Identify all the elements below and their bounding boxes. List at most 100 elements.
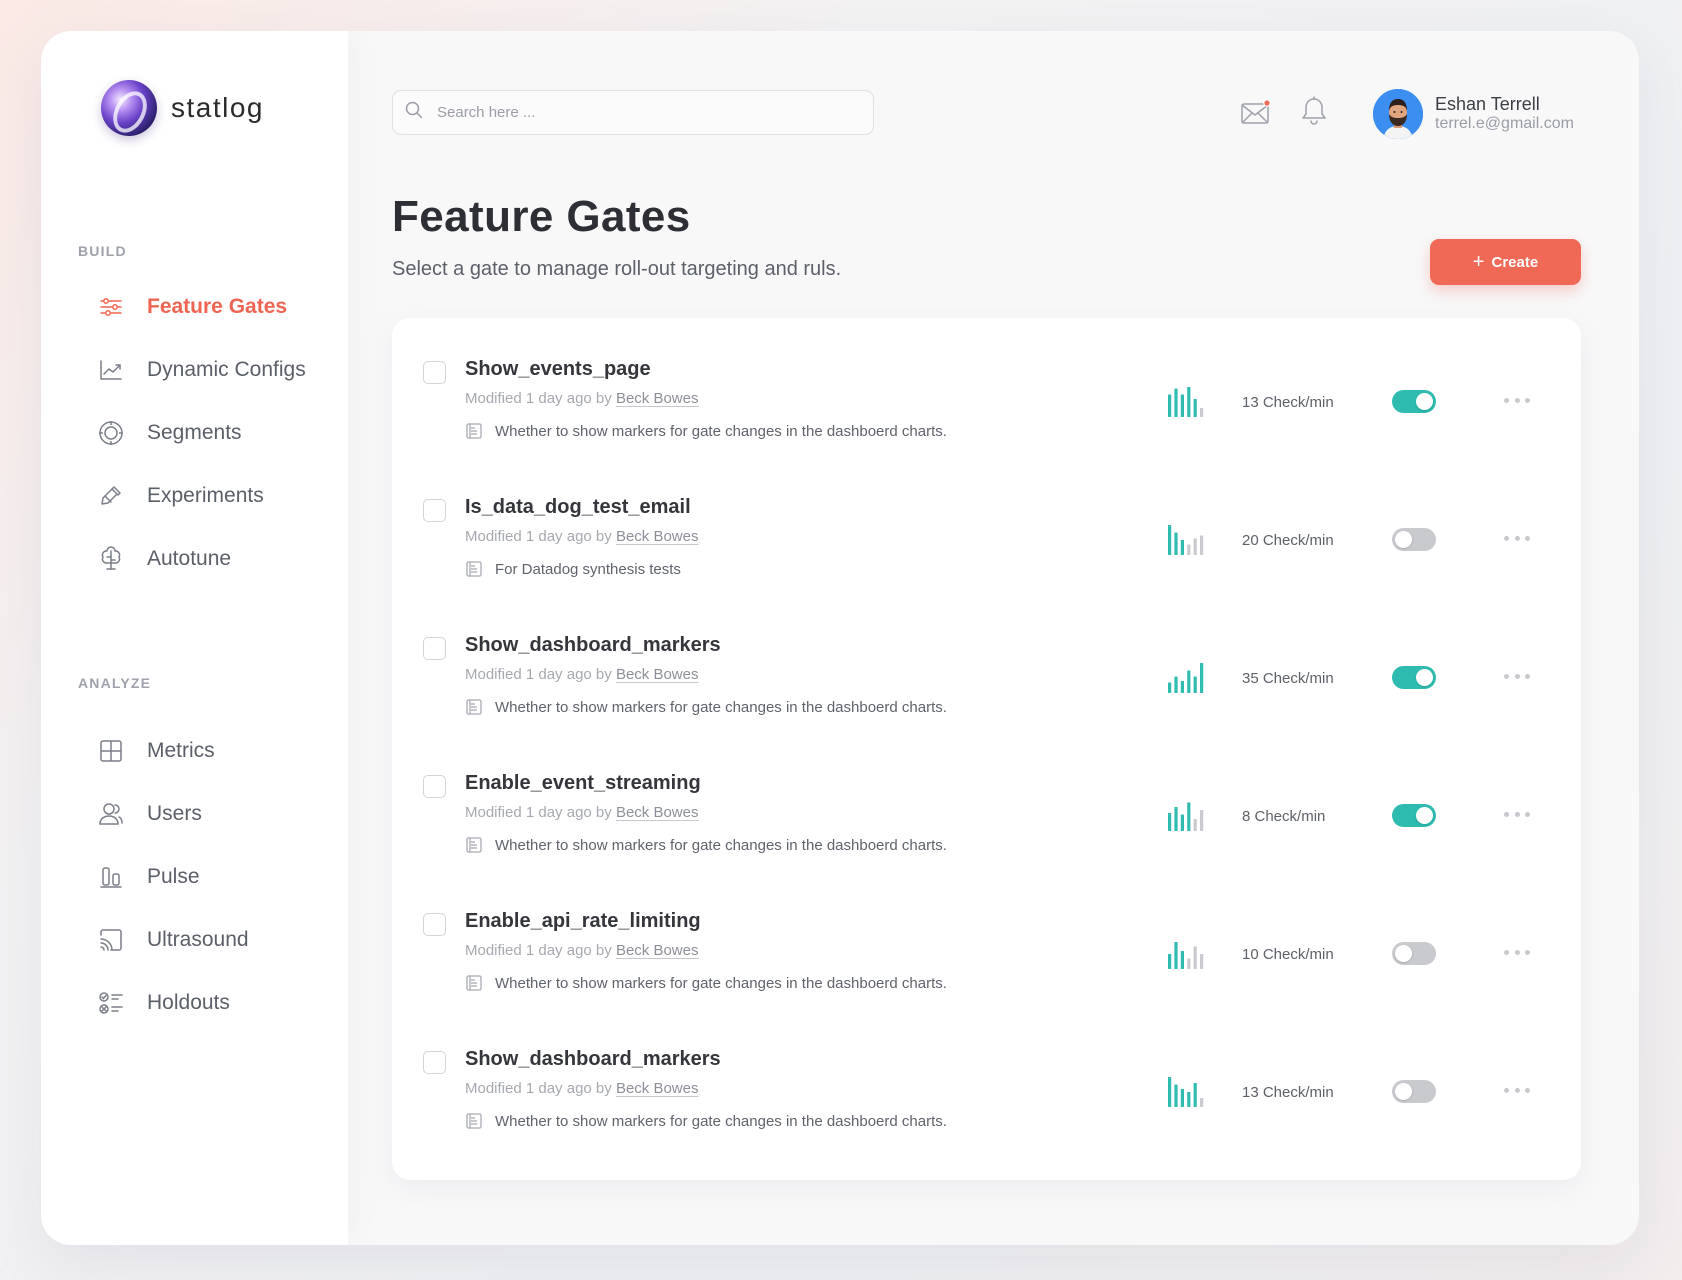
document-icon	[466, 975, 482, 991]
gate-row[interactable]: Is_data_dog_test_email Modified 1 day ag…	[392, 456, 1581, 594]
gate-toggle[interactable]	[1392, 942, 1436, 965]
search-input[interactable]	[437, 104, 837, 121]
description-text: For Datadog synthesis tests	[495, 560, 681, 578]
document-icon	[466, 1113, 482, 1129]
sparkline-bar	[1180, 1089, 1184, 1107]
user-email: terrel.e@gmail.com	[1435, 115, 1574, 132]
sparkline-bar	[1187, 544, 1191, 555]
search-bar[interactable]	[392, 90, 874, 135]
sparkline-bar	[1168, 1077, 1172, 1107]
toggle-knob	[1416, 393, 1433, 410]
more-options-button[interactable]	[1500, 940, 1534, 964]
modified-text: Modified 1 day ago by	[465, 942, 616, 959]
mail-button[interactable]	[1239, 97, 1273, 131]
sparkline-bar	[1174, 1084, 1178, 1107]
more-dot-icon	[1525, 811, 1530, 817]
section-label-analyze: ANALYZE	[78, 675, 152, 691]
description-text: Whether to show markers for gate changes…	[495, 974, 947, 992]
sidebar-item-pulse[interactable]: Pulse	[97, 857, 327, 897]
sidebar-item-holdouts[interactable]: Holdouts	[97, 983, 327, 1023]
gate-modified: Modified 1 day ago by Beck Bowes	[465, 1080, 698, 1097]
description-text: Whether to show markers for gate changes…	[495, 698, 947, 716]
gate-toggle[interactable]	[1392, 390, 1436, 413]
sidebar-item-metrics[interactable]: Metrics	[97, 731, 327, 771]
sparkline-bar	[1168, 813, 1172, 831]
activity-sparkline	[1168, 663, 1204, 693]
author-link[interactable]: Beck Bowes	[616, 666, 699, 683]
more-options-button[interactable]	[1500, 388, 1534, 412]
description-text: Whether to show markers for gate changes…	[495, 422, 947, 440]
avatar[interactable]	[1373, 89, 1423, 139]
sidebar-item-users[interactable]: Users	[97, 794, 327, 834]
gate-row[interactable]: Show_dashboard_markers Modified 1 day ag…	[392, 1008, 1581, 1146]
sparkline-bar	[1193, 538, 1197, 555]
sparkline-bar	[1200, 810, 1204, 831]
sidebar-item-label: Users	[147, 802, 202, 825]
document-icon	[466, 837, 482, 853]
user-name[interactable]: Eshan Terrell	[1435, 94, 1540, 115]
sidebar-item-ultrasound[interactable]: Ultrasound	[97, 920, 327, 960]
gate-row[interactable]: Enable_event_streaming Modified 1 day ag…	[392, 732, 1581, 870]
gate-toggle[interactable]	[1392, 1080, 1436, 1103]
sparkline-bar	[1180, 951, 1184, 969]
gate-toggle[interactable]	[1392, 666, 1436, 689]
more-options-button[interactable]	[1500, 1078, 1534, 1102]
gate-name[interactable]: Enable_api_rate_limiting	[465, 910, 701, 933]
check-rate: 35 Check/min	[1242, 670, 1334, 687]
document-icon	[466, 561, 482, 577]
author-link[interactable]: Beck Bowes	[616, 528, 699, 545]
create-button[interactable]: + Create	[1430, 239, 1581, 285]
more-options-button[interactable]	[1500, 802, 1534, 826]
more-options-button[interactable]	[1500, 664, 1534, 688]
sidebar-item-experiments[interactable]: Experiments	[97, 476, 327, 516]
sparkline-bar	[1168, 394, 1172, 417]
gate-checkbox[interactable]	[423, 637, 446, 660]
gate-row[interactable]: Enable_api_rate_limiting Modified 1 day …	[392, 870, 1581, 1008]
activity-sparkline	[1168, 387, 1204, 417]
brand-logo[interactable]: statlog	[101, 80, 264, 136]
sparkline-bar	[1200, 1098, 1204, 1107]
gate-checkbox[interactable]	[423, 499, 446, 522]
gate-toggle[interactable]	[1392, 804, 1436, 827]
gate-row[interactable]: Show_events_page Modified 1 day ago by B…	[392, 318, 1581, 456]
gate-name[interactable]: Is_data_dog_test_email	[465, 496, 691, 519]
gate-checkbox[interactable]	[423, 1051, 446, 1074]
sidebar-item-label: Pulse	[147, 865, 200, 888]
sparkline-bar	[1193, 399, 1197, 417]
sidebar-item-autotune[interactable]: Autotune	[97, 539, 327, 579]
activity-sparkline	[1168, 942, 1204, 969]
page-title: Feature Gates	[392, 192, 691, 241]
gate-name[interactable]: Show_dashboard_markers	[465, 634, 721, 657]
author-link[interactable]: Beck Bowes	[616, 1080, 699, 1097]
sidebar-item-label: Feature Gates	[147, 295, 288, 318]
toggle-knob	[1416, 807, 1433, 824]
sidebar-item-feature-gates[interactable]: Feature Gates	[97, 287, 327, 327]
gate-checkbox[interactable]	[423, 775, 446, 798]
sparkline-bar	[1200, 663, 1204, 693]
modified-text: Modified 1 day ago by	[465, 666, 616, 683]
trend-chart-icon	[97, 356, 125, 384]
gate-description: Whether to show markers for gate changes…	[465, 422, 947, 440]
sparkline-bar	[1187, 958, 1191, 969]
app-window: statlog BUILD Feature Gates Dynamic Conf…	[41, 31, 1639, 1245]
more-options-button[interactable]	[1500, 526, 1534, 550]
gate-checkbox[interactable]	[423, 913, 446, 936]
author-link[interactable]: Beck Bowes	[616, 390, 699, 407]
checklist-icon	[97, 989, 125, 1017]
gate-name[interactable]: Show_dashboard_markers	[465, 1048, 721, 1071]
sidebar-item-dynamic-configs[interactable]: Dynamic Configs	[97, 350, 327, 390]
sparkline-bar	[1180, 540, 1184, 555]
create-button-label: Create	[1491, 253, 1539, 271]
toggle-knob	[1416, 669, 1433, 686]
check-rate: 13 Check/min	[1242, 394, 1334, 411]
gate-name[interactable]: Show_events_page	[465, 358, 651, 381]
notifications-button[interactable]	[1297, 95, 1331, 130]
section-label-build: BUILD	[78, 243, 127, 259]
gate-checkbox[interactable]	[423, 361, 446, 384]
author-link[interactable]: Beck Bowes	[616, 942, 699, 959]
author-link[interactable]: Beck Bowes	[616, 804, 699, 821]
sidebar-item-segments[interactable]: Segments	[97, 413, 327, 453]
gate-name[interactable]: Enable_event_streaming	[465, 772, 701, 795]
gate-toggle[interactable]	[1392, 528, 1436, 551]
gate-row[interactable]: Show_dashboard_markers Modified 1 day ag…	[392, 594, 1581, 732]
